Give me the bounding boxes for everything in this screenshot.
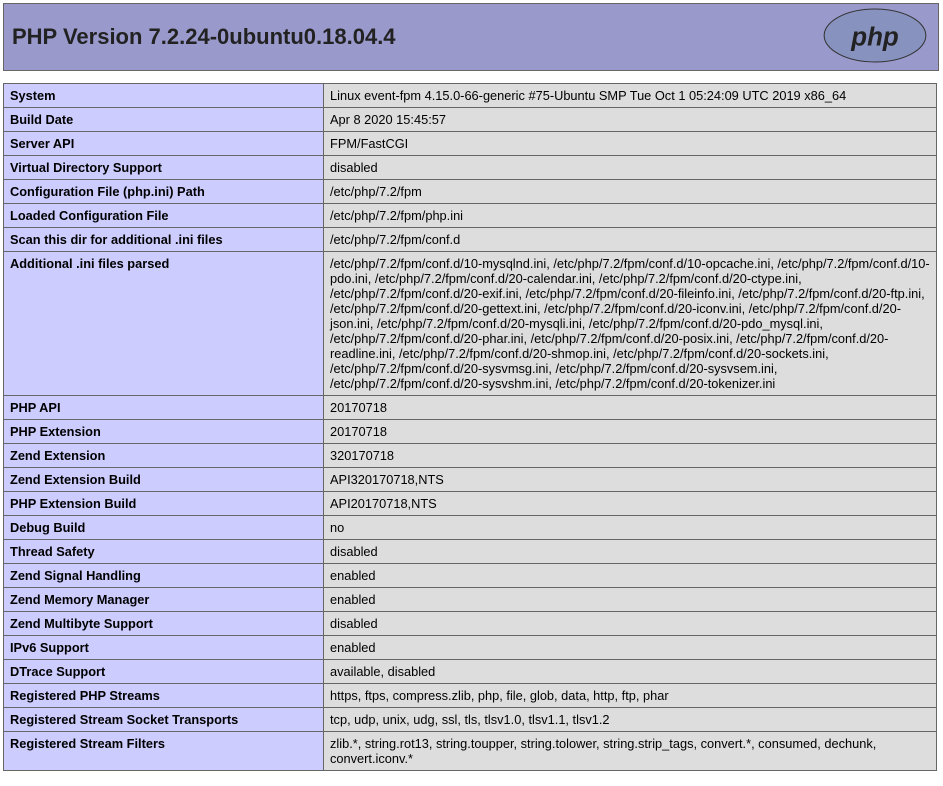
info-key: Zend Memory Manager: [4, 588, 324, 612]
table-row: PHP API20170718: [4, 396, 937, 420]
header-box: PHP Version 7.2.24-0ubuntu0.18.04.4 php: [3, 3, 939, 71]
info-value: enabled: [324, 564, 937, 588]
table-row: Zend Extension BuildAPI320170718,NTS: [4, 468, 937, 492]
info-value: no: [324, 516, 937, 540]
table-row: Server APIFPM/FastCGI: [4, 132, 937, 156]
info-key: Zend Extension Build: [4, 468, 324, 492]
php-logo-icon: php: [820, 8, 930, 63]
table-row: Registered PHP Streamshttps, ftps, compr…: [4, 684, 937, 708]
table-row: Build DateApr 8 2020 15:45:57: [4, 108, 937, 132]
info-value: Apr 8 2020 15:45:57: [324, 108, 937, 132]
table-row: PHP Extension20170718: [4, 420, 937, 444]
info-value: tcp, udp, unix, udg, ssl, tls, tlsv1.0, …: [324, 708, 937, 732]
table-row: Registered Stream Filterszlib.*, string.…: [4, 732, 937, 771]
info-key: Scan this dir for additional .ini files: [4, 228, 324, 252]
table-row: Zend Extension320170718: [4, 444, 937, 468]
info-value: https, ftps, compress.zlib, php, file, g…: [324, 684, 937, 708]
info-value: zlib.*, string.rot13, string.toupper, st…: [324, 732, 937, 771]
table-row: SystemLinux event-fpm 4.15.0-66-generic …: [4, 84, 937, 108]
info-key: Virtual Directory Support: [4, 156, 324, 180]
info-key: IPv6 Support: [4, 636, 324, 660]
info-key: Additional .ini files parsed: [4, 252, 324, 396]
info-key: Zend Signal Handling: [4, 564, 324, 588]
info-value: enabled: [324, 588, 937, 612]
table-row: Debug Buildno: [4, 516, 937, 540]
info-value: 320170718: [324, 444, 937, 468]
table-row: Configuration File (php.ini) Path/etc/ph…: [4, 180, 937, 204]
table-row: Loaded Configuration File/etc/php/7.2/fp…: [4, 204, 937, 228]
table-row: Zend Multibyte Supportdisabled: [4, 612, 937, 636]
info-table: SystemLinux event-fpm 4.15.0-66-generic …: [3, 83, 937, 771]
info-key: DTrace Support: [4, 660, 324, 684]
info-key: Loaded Configuration File: [4, 204, 324, 228]
info-value: disabled: [324, 156, 937, 180]
info-value: disabled: [324, 612, 937, 636]
info-key: PHP Extension: [4, 420, 324, 444]
info-value: /etc/php/7.2/fpm/conf.d/10-mysqlnd.ini, …: [324, 252, 937, 396]
info-value: disabled: [324, 540, 937, 564]
svg-text:php: php: [850, 23, 899, 51]
table-row: Zend Signal Handlingenabled: [4, 564, 937, 588]
info-key: PHP API: [4, 396, 324, 420]
info-key: Registered Stream Socket Transports: [4, 708, 324, 732]
page-title: PHP Version 7.2.24-0ubuntu0.18.04.4: [4, 4, 810, 70]
table-row: Registered Stream Socket Transportstcp, …: [4, 708, 937, 732]
php-logo-cell: php: [810, 4, 938, 70]
info-key: Thread Safety: [4, 540, 324, 564]
table-row: Thread Safetydisabled: [4, 540, 937, 564]
table-row: IPv6 Supportenabled: [4, 636, 937, 660]
info-value: /etc/php/7.2/fpm: [324, 180, 937, 204]
table-row: PHP Extension BuildAPI20170718,NTS: [4, 492, 937, 516]
table-row: Scan this dir for additional .ini files/…: [4, 228, 937, 252]
info-key: Debug Build: [4, 516, 324, 540]
info-key: Configuration File (php.ini) Path: [4, 180, 324, 204]
info-value: enabled: [324, 636, 937, 660]
info-key: Build Date: [4, 108, 324, 132]
info-value: 20170718: [324, 396, 937, 420]
table-row: DTrace Supportavailable, disabled: [4, 660, 937, 684]
info-key: PHP Extension Build: [4, 492, 324, 516]
table-row: Virtual Directory Supportdisabled: [4, 156, 937, 180]
info-key: Zend Extension: [4, 444, 324, 468]
info-key: Server API: [4, 132, 324, 156]
info-key: Registered PHP Streams: [4, 684, 324, 708]
info-value: /etc/php/7.2/fpm/conf.d: [324, 228, 937, 252]
info-key: Registered Stream Filters: [4, 732, 324, 771]
info-value: API320170718,NTS: [324, 468, 937, 492]
info-key: Zend Multibyte Support: [4, 612, 324, 636]
info-value: 20170718: [324, 420, 937, 444]
info-key: System: [4, 84, 324, 108]
info-value: API20170718,NTS: [324, 492, 937, 516]
info-value: /etc/php/7.2/fpm/php.ini: [324, 204, 937, 228]
table-row: Zend Memory Managerenabled: [4, 588, 937, 612]
info-value: available, disabled: [324, 660, 937, 684]
info-value: FPM/FastCGI: [324, 132, 937, 156]
info-value: Linux event-fpm 4.15.0-66-generic #75-Ub…: [324, 84, 937, 108]
table-row: Additional .ini files parsed/etc/php/7.2…: [4, 252, 937, 396]
